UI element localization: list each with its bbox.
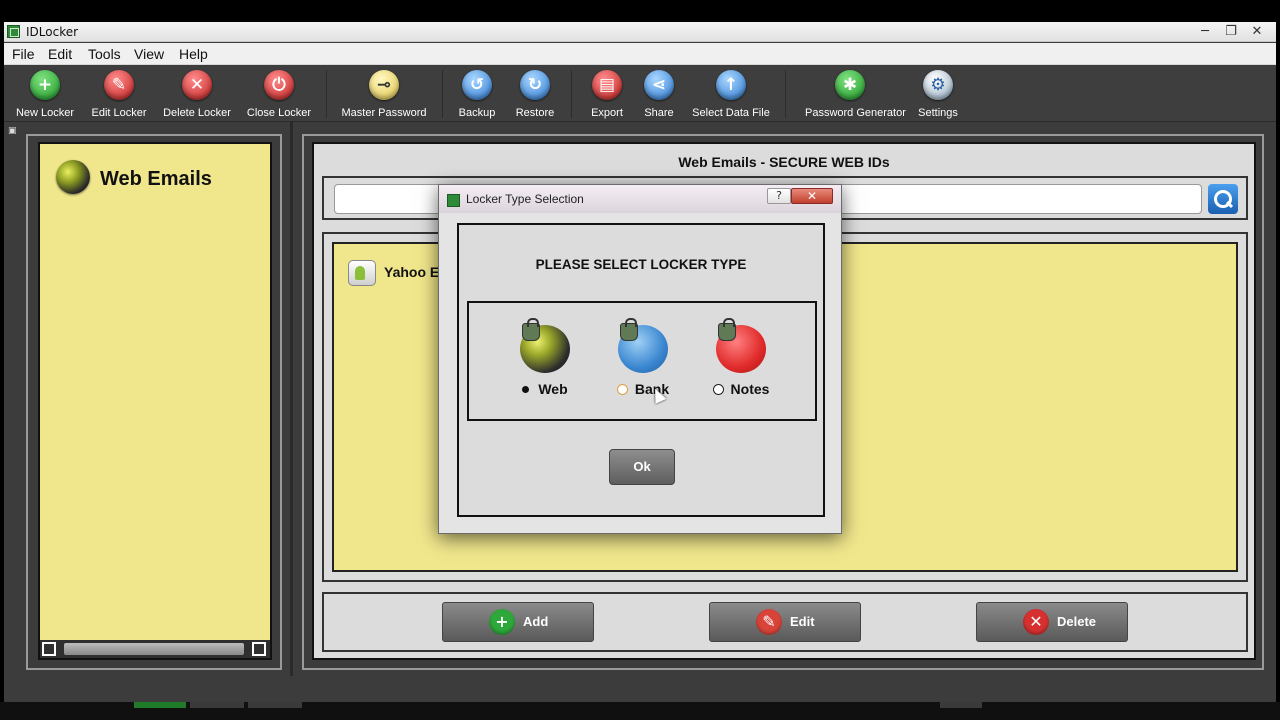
close-locker-button[interactable]: ⏻ Close Locker bbox=[234, 66, 324, 122]
radio-selected-icon bbox=[522, 386, 530, 393]
toolbar-separator bbox=[785, 70, 786, 118]
title-bar: IDLocker ─ ❐ ✕ bbox=[4, 22, 1276, 42]
option-bank-radio[interactable]: Bank bbox=[593, 381, 693, 397]
scroll-thumb[interactable] bbox=[64, 643, 244, 655]
option-notes-label: Notes bbox=[730, 381, 770, 397]
settings-button[interactable]: ⚙ Settings bbox=[893, 66, 983, 122]
scroll-right-button[interactable] bbox=[252, 642, 266, 656]
plus-icon: + bbox=[30, 70, 60, 100]
master-password-button[interactable]: ⊸ Master Password bbox=[339, 66, 429, 122]
delete-label: Delete bbox=[1057, 614, 1097, 629]
locker-list-frame: Web Emails bbox=[26, 134, 282, 670]
key-icon: ⊸ bbox=[369, 70, 399, 100]
password-generator-icon: ✱ bbox=[835, 70, 865, 100]
option-web[interactable]: Web bbox=[495, 318, 595, 405]
option-notes-radio[interactable]: Notes bbox=[691, 381, 791, 397]
locker-list: Web Emails bbox=[38, 142, 272, 660]
dialog-help-button[interactable]: ? bbox=[767, 188, 791, 204]
delete-locker-button[interactable]: ✕ Delete Locker bbox=[152, 66, 242, 122]
select-data-file-label: Select Data File bbox=[692, 107, 770, 119]
delete-icon: ✕ bbox=[1023, 609, 1049, 635]
menu-view[interactable]: View bbox=[134, 46, 164, 62]
option-web-radio[interactable]: Web bbox=[495, 381, 595, 397]
option-bank[interactable]: Bank bbox=[593, 318, 693, 405]
pin-icon[interactable]: ▣ bbox=[8, 126, 18, 136]
lock-icon bbox=[620, 318, 638, 341]
search-icon[interactable] bbox=[1208, 184, 1238, 214]
option-notes[interactable]: Notes bbox=[691, 318, 791, 405]
globe-lock-icon bbox=[520, 318, 570, 373]
dialog-close-button[interactable]: ✕ bbox=[791, 188, 833, 204]
radio-icon bbox=[616, 384, 628, 395]
screen: IDLocker ─ ❐ ✕ File Edit Tools View Help… bbox=[0, 0, 1280, 720]
menu-help[interactable]: Help bbox=[179, 46, 208, 62]
backup-icon: ↺ bbox=[462, 70, 492, 100]
radio-icon bbox=[712, 384, 724, 395]
dialog-app-icon bbox=[447, 194, 460, 207]
delete-locker-label: Delete Locker bbox=[163, 107, 231, 119]
master-password-label: Master Password bbox=[341, 107, 427, 119]
delete-x-icon: ✕ bbox=[182, 70, 212, 100]
horizontal-scrollbar[interactable] bbox=[40, 640, 270, 658]
taskbar-item[interactable] bbox=[248, 702, 302, 708]
edit-pencil-icon: ✎ bbox=[756, 609, 782, 635]
panel-splitter[interactable] bbox=[290, 122, 293, 676]
scroll-left-button[interactable] bbox=[42, 642, 56, 656]
menu-tools[interactable]: Tools bbox=[88, 46, 121, 62]
dialog-title-bar: Locker Type Selection ? ✕ bbox=[439, 185, 841, 213]
toolbar: + New Locker ✎ Edit Locker ✕ Delete Lock… bbox=[4, 66, 1276, 122]
entry-label: Yahoo E bbox=[384, 264, 440, 280]
toolbar-separator bbox=[326, 70, 327, 118]
edit-locker-button[interactable]: ✎ Edit Locker bbox=[74, 66, 164, 122]
settings-label: Settings bbox=[918, 107, 958, 119]
ok-button[interactable]: Ok bbox=[609, 449, 675, 485]
edit-button[interactable]: ✎ Edit bbox=[709, 602, 861, 642]
taskbar-item[interactable] bbox=[940, 702, 982, 708]
actions-bar: + Add ✎ Edit ✕ Delete bbox=[322, 592, 1248, 652]
select-data-file-button[interactable]: ↑ Select Data File bbox=[686, 66, 776, 122]
dialog-title: Locker Type Selection bbox=[466, 192, 584, 206]
power-icon: ⏻ bbox=[264, 70, 294, 100]
delete-button[interactable]: ✕ Delete bbox=[976, 602, 1128, 642]
add-label: Add bbox=[523, 614, 549, 629]
locker-item-label: Web Emails bbox=[100, 168, 212, 190]
add-button[interactable]: + Add bbox=[442, 602, 594, 642]
taskbar-item[interactable] bbox=[134, 702, 186, 708]
locker-content-title: Web Emails - SECURE WEB IDs bbox=[678, 154, 890, 170]
globe-lock-icon bbox=[56, 160, 90, 194]
taskbar-item[interactable] bbox=[190, 702, 244, 708]
lock-icon bbox=[522, 318, 540, 341]
password-generator-label: Password Generator bbox=[805, 107, 906, 119]
edit-label: Edit bbox=[790, 614, 815, 629]
upload-arrow-icon: ↑ bbox=[716, 70, 746, 100]
menu-bar: File Edit Tools View Help bbox=[4, 43, 1276, 65]
option-web-label: Web bbox=[538, 381, 568, 397]
dialog-heading: PLEASE SELECT LOCKER TYPE bbox=[535, 257, 747, 272]
pencil-icon: ✎ bbox=[104, 70, 134, 100]
window-title: IDLocker bbox=[26, 25, 79, 39]
notes-lock-icon bbox=[716, 318, 766, 373]
close-button[interactable]: ✕ bbox=[1242, 22, 1272, 42]
settings-gear-icon: ⚙ bbox=[923, 70, 953, 100]
locker-type-options: Web Bank Notes bbox=[467, 301, 817, 421]
locker-type-dialog: Locker Type Selection ? ✕ PLEASE SELECT … bbox=[438, 184, 842, 534]
restore-icon: ↻ bbox=[520, 70, 550, 100]
taskbar bbox=[0, 702, 1280, 720]
menu-file[interactable]: File bbox=[12, 46, 35, 62]
close-locker-label: Close Locker bbox=[246, 107, 312, 119]
contact-card-icon bbox=[348, 260, 376, 286]
bank-lock-icon bbox=[618, 318, 668, 373]
edit-locker-label: Edit Locker bbox=[91, 107, 147, 119]
lock-icon bbox=[718, 318, 736, 341]
add-icon: + bbox=[489, 609, 515, 635]
dialog-body: PLEASE SELECT LOCKER TYPE Web Bank Notes… bbox=[457, 223, 825, 517]
menu-edit[interactable]: Edit bbox=[48, 46, 72, 62]
app-icon bbox=[7, 25, 20, 38]
share-icon: ⋖ bbox=[644, 70, 674, 100]
password-generator-button[interactable]: ✱ Password Generator bbox=[805, 66, 906, 122]
